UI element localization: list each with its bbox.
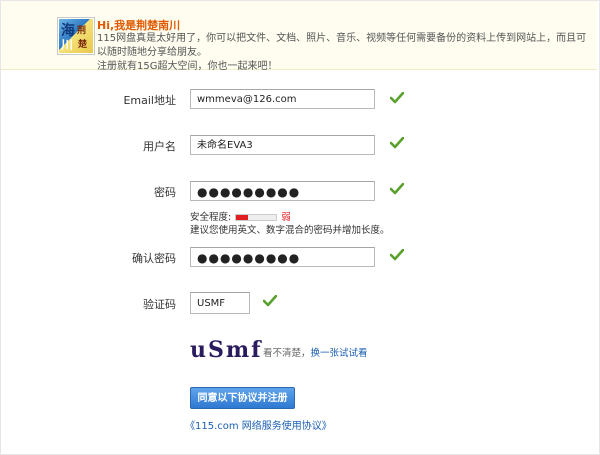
check-icon — [263, 295, 277, 307]
email-field[interactable]: wmmeva@126.com — [190, 89, 375, 109]
captcha-note: 看不清楚，换一张试试看 — [263, 345, 368, 359]
email-label: Email地址 — [123, 94, 176, 107]
password-field[interactable]: ●●●●●●●●● — [190, 181, 375, 201]
strength-meter — [235, 214, 278, 221]
greeting-title: Hi,我是荆楚南川 — [97, 19, 181, 32]
avatar-glyph: 荆 — [77, 26, 87, 36]
invite-message-line: 注册就有15G超大空间，你也一起来吧！ — [97, 61, 278, 72]
invite-message-line: 115网盘真是太好用了，你可以把文件、文档、照片、音乐、视频等任何需要备份的资料… — [97, 33, 587, 58]
strength-meter-fill — [236, 215, 249, 220]
captcha-unclear-text: 看不清楚， — [263, 348, 311, 359]
captcha-refresh-link[interactable]: 换一张试试看 — [311, 348, 368, 359]
check-icon — [390, 249, 404, 261]
username-field[interactable]: 未命名EVA3 — [190, 135, 375, 155]
avatar-glyph: 川 — [61, 38, 74, 52]
avatar: 海 川 荆 楚 — [57, 17, 95, 55]
password-strength: 安全程度: 弱 — [190, 209, 291, 223]
invite-banner: 海 川 荆 楚 Hi,我是荆楚南川 115网盘真是太好用了，你可以把文件、文档、… — [1, 1, 597, 72]
avatar-glyph: 楚 — [78, 40, 88, 50]
captcha-input[interactable]: USMF — [190, 292, 250, 314]
username-label: 用户名 — [143, 140, 176, 153]
captcha-label: 验证码 — [143, 298, 176, 311]
password-label: 密码 — [154, 186, 176, 199]
confirm-password-field[interactable]: ●●●●●●●●● — [190, 247, 375, 267]
invite-message: 115网盘真是太好用了，你可以把文件、文档、照片、音乐、视频等任何需要备份的资料… — [97, 32, 587, 74]
check-icon — [390, 183, 404, 195]
avatar-image: 海 川 荆 楚 — [59, 19, 93, 53]
register-button[interactable]: 同意以下协议并注册 — [190, 387, 295, 409]
check-icon — [390, 137, 404, 149]
agreement-link[interactable]: 《115.com 网络服务使用协议》 — [185, 417, 332, 432]
password-hint: 建议您使用英文、数字混合的密码并增加长度。 — [190, 225, 390, 236]
check-icon — [390, 92, 404, 104]
confirm-password-label: 确认密码 — [132, 252, 176, 265]
captcha-image[interactable]: uSmf — [190, 337, 261, 363]
